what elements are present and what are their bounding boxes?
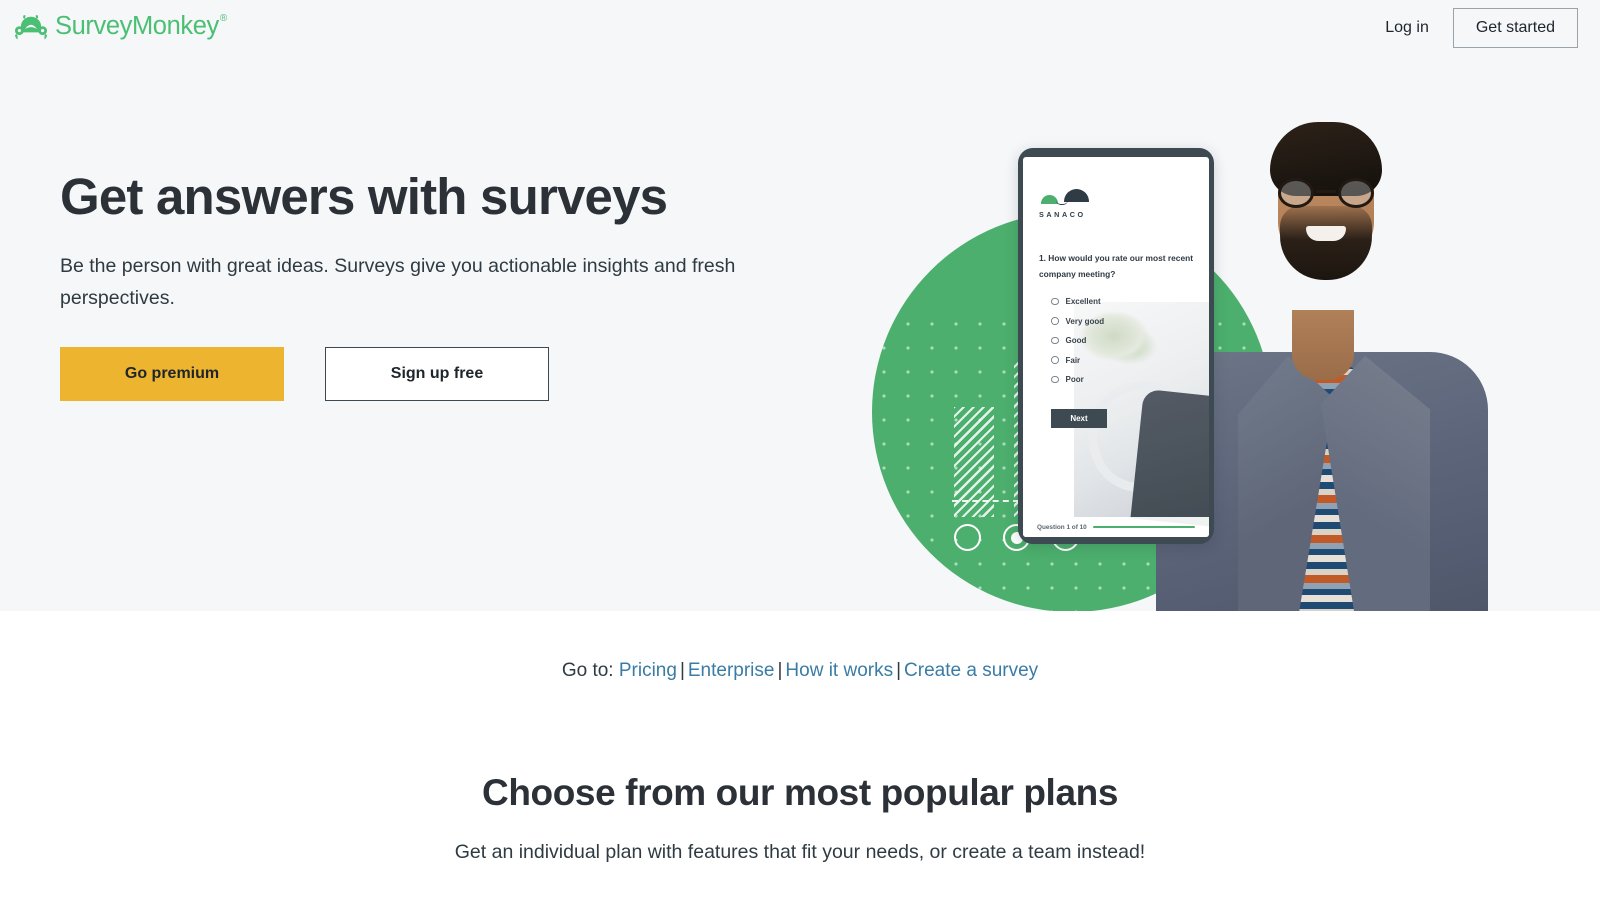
person-smile: [1306, 226, 1346, 241]
glasses-lens-left: [1278, 178, 1314, 208]
survey-option-very-good[interactable]: Very good: [1051, 317, 1104, 326]
radio-button-icon[interactable]: [1051, 336, 1059, 345]
hero-section: SANACO 1. How would you rate our most re…: [0, 0, 1600, 611]
hero-right-fade: [1505, 0, 1600, 611]
radio-button-icon[interactable]: [1051, 356, 1059, 364]
sanaco-navy-dome-icon: [1064, 189, 1089, 202]
surveymonkey-logo[interactable]: SurveyMonkey®: [14, 10, 227, 42]
radio-circle-icon: [954, 524, 981, 551]
get-started-button[interactable]: Get started: [1452, 8, 1578, 48]
goto-separator: |: [679, 660, 685, 681]
goto-separator: |: [777, 660, 783, 681]
sanaco-logo: SANACO: [1039, 189, 1093, 219]
survey-progress-footer: Question 1 of 10: [1023, 517, 1209, 537]
goto-label: Go to:: [561, 660, 614, 681]
site-header: SurveyMonkey® Log in Get started: [0, 0, 1600, 56]
survey-option-good[interactable]: Good: [1051, 336, 1104, 345]
log-in-link[interactable]: Log in: [1383, 13, 1431, 43]
phone-mockup: SANACO 1. How would you rate our most re…: [1018, 148, 1214, 544]
survey-question-text: 1. How would you rate our most recent co…: [1039, 253, 1194, 279]
radio-button-icon[interactable]: [1051, 375, 1059, 384]
hero-illustration: SANACO 1. How would you rate our most re…: [850, 0, 1600, 611]
sign-up-free-button[interactable]: Sign up free: [325, 347, 549, 402]
survey-option-label: Very good: [1065, 316, 1105, 326]
survey-option-label: Fair: [1065, 355, 1081, 365]
survey-option-label: Excellent: [1065, 297, 1101, 306]
glasses-icon: [1276, 178, 1376, 208]
goto-link-pricing[interactable]: Pricing: [619, 660, 677, 681]
hero-subtitle: Be the person with great ideas. Surveys …: [60, 255, 736, 309]
hero-cta-group: Go premium Sign up free: [60, 347, 780, 402]
survey-option-label: Poor: [1065, 375, 1084, 384]
brand-name: SurveyMonkey®: [55, 11, 227, 40]
plans-subheading: Get an individual plan with features tha…: [454, 841, 1146, 863]
survey-progress-text: Question 1 of 10: [1037, 523, 1087, 531]
plans-heading: Choose from our most popular plans: [482, 772, 1118, 813]
glasses-bridge: [1316, 190, 1336, 193]
survey-option-poor[interactable]: Poor: [1051, 375, 1104, 384]
page-title: Get answers with surveys: [60, 168, 668, 225]
registered-trademark-icon: ®: [219, 13, 227, 24]
phone-screen: SANACO 1. How would you rate our most re…: [1023, 157, 1209, 537]
radio-button-icon[interactable]: [1051, 297, 1059, 306]
header-actions: Log in Get started: [1383, 8, 1578, 48]
survey-option-excellent[interactable]: Excellent: [1051, 297, 1104, 306]
goto-separator: |: [896, 660, 902, 681]
survey-option-label: Good: [1065, 336, 1087, 345]
go-premium-button[interactable]: Go premium: [60, 347, 284, 402]
sanaco-logo-mark: [1039, 189, 1093, 206]
goto-link-how-it-works[interactable]: How it works: [785, 660, 893, 681]
person-neck: [1292, 310, 1354, 380]
monkey-logo-icon: [14, 15, 48, 40]
radio-button-icon[interactable]: [1051, 317, 1059, 325]
sanaco-logo-text: SANACO: [1039, 210, 1086, 219]
survey-next-button[interactable]: Next: [1051, 409, 1107, 428]
goto-link-create-a-survey[interactable]: Create a survey: [904, 660, 1038, 681]
survey-progress-bar: [1092, 526, 1195, 528]
hero-copy: Get answers with surveys Be the person w…: [60, 168, 780, 402]
survey-option-fair[interactable]: Fair: [1051, 356, 1104, 365]
goto-link-enterprise[interactable]: Enterprise: [688, 660, 775, 681]
person-beard: [1280, 206, 1372, 280]
goto-navigation: Go to: Pricing | Enterprise | How it works | C…: [0, 660, 1600, 682]
survey-options-list: Excellent Very good Good Fair Poor: [1051, 297, 1104, 395]
glasses-lens-right: [1338, 178, 1374, 208]
